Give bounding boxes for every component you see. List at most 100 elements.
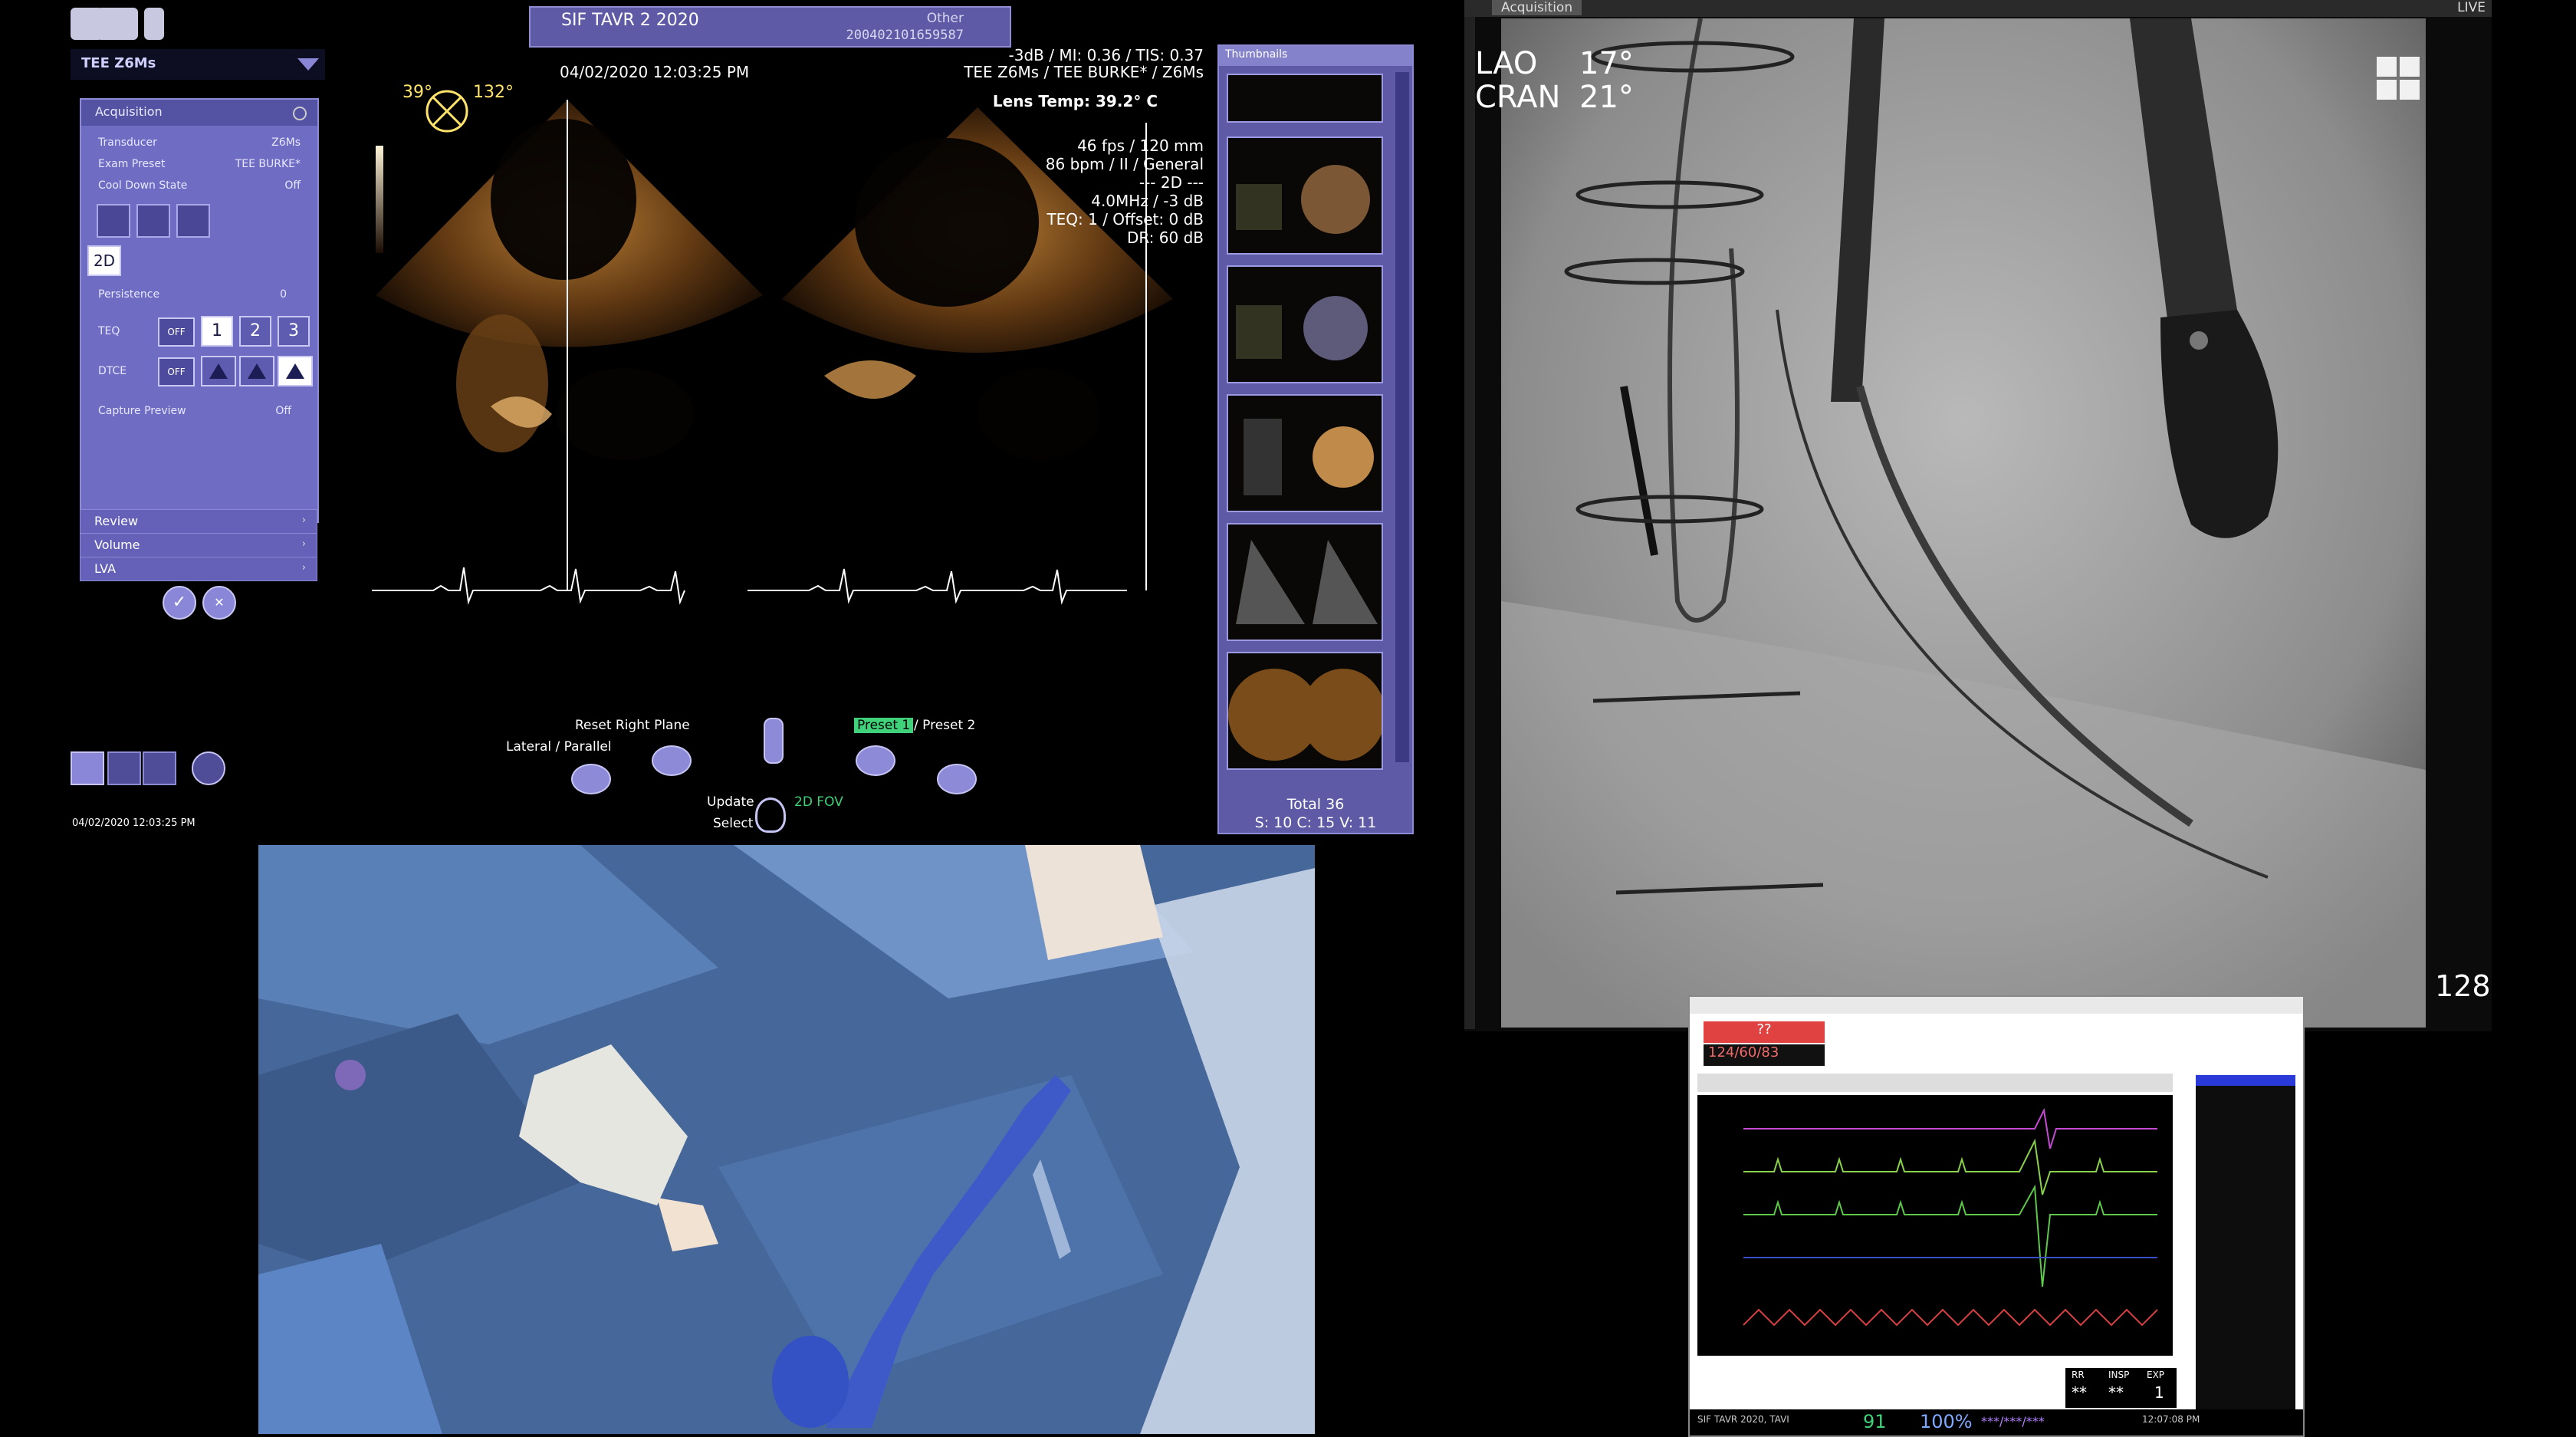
dtce-off-button[interactable]: OFF [158, 357, 195, 386]
preset-1-knob[interactable] [856, 745, 895, 776]
trackball-icon[interactable] [755, 797, 786, 833]
accordion-review-label: Review [94, 514, 139, 528]
fluoro-header: Acquisition LIVE [1464, 0, 2492, 17]
resp-values: RR INSP EXP ** ** 1 [2065, 1368, 2177, 1408]
teq-1-button[interactable]: 1 [201, 316, 233, 347]
exp-value: 1 [2154, 1383, 2164, 1402]
cool-down-value: Off [284, 179, 301, 192]
chevron-down-icon[interactable] [297, 58, 319, 71]
study-type: Other [926, 11, 964, 26]
percent-value: 100% [1920, 1411, 1973, 1432]
redo-button[interactable] [143, 751, 176, 785]
fov-label: 2D FOV [794, 794, 843, 810]
thumbnail-item[interactable] [1227, 265, 1383, 383]
user-icon[interactable] [144, 8, 164, 40]
probe-selector[interactable]: TEE Z6Ms [71, 49, 325, 80]
thumbnail-counts: S: 10 C: 15 V: 11 [1254, 814, 1377, 831]
dual-view-button[interactable] [176, 204, 210, 238]
dtce-low-button[interactable] [201, 356, 236, 386]
accordion-lva[interactable]: LVA › [80, 557, 317, 581]
procedure-video [258, 845, 1315, 1434]
paddle-switch[interactable] [764, 718, 784, 764]
biplane-button[interactable] [97, 204, 130, 238]
accordion-lva-label: LVA [94, 561, 117, 576]
hemo-titlebar [1690, 997, 2303, 1014]
undo-button[interactable] [107, 751, 141, 785]
accordion-review[interactable]: Review › [80, 509, 317, 534]
cursor-tool-button[interactable] [71, 751, 104, 785]
lateral-parallel-label: Lateral / Parallel [506, 739, 612, 755]
fluoro-image [1501, 18, 2426, 1028]
dtce-med-button[interactable] [239, 356, 274, 386]
mode-2d-button[interactable]: 2D [87, 245, 121, 276]
probe-name: TEE Z6Ms [81, 55, 156, 71]
echo-param-bpm: 86 bpm / II / General [1045, 155, 1204, 173]
accordion-volume[interactable]: Volume › [80, 533, 317, 557]
probe-icon[interactable] [97, 8, 138, 40]
chevron-right-icon: › [301, 515, 306, 526]
clock-icon[interactable] [192, 751, 225, 785]
hemo-toolbar[interactable] [1697, 1074, 2173, 1092]
echo-probe-preset: TEE Z6Ms / TEE BURKE* / Z6Ms [964, 63, 1204, 81]
echo-image-viewport[interactable]: 39° 132° 04/02/2020 12:03:25 PM -3dB / M… [349, 46, 1204, 629]
echo-param-fps: 46 fps / 120 mm [1077, 136, 1204, 155]
rr-label: RR [2072, 1370, 2085, 1380]
exp-label: EXP [2147, 1370, 2165, 1380]
study-bar[interactable]: SIF TAVR 2 2020 Other 200402101659587 [529, 6, 1011, 48]
acquisition-title: Acquisition [95, 104, 163, 119]
thumbnail-item[interactable] [1227, 74, 1383, 123]
dtce-high-button[interactable] [278, 356, 313, 386]
lateral-knob[interactable] [571, 764, 611, 794]
preset-1-label[interactable]: Preset 1 [854, 718, 914, 733]
teq-off-button[interactable]: OFF [158, 317, 195, 347]
rotate-button[interactable] [136, 204, 170, 238]
monitor-time: 12:07:08 PM [2142, 1414, 2200, 1425]
dtce-label: DTCE [98, 365, 127, 377]
settings-icon[interactable] [293, 107, 307, 120]
thumbnail-item[interactable] [1227, 136, 1383, 255]
thumbnail-scrollbar[interactable] [1395, 72, 1409, 762]
bp-readout: 124/60/83 [1704, 1044, 1825, 1066]
preset-2-knob[interactable] [937, 764, 977, 794]
chevron-right-icon: › [301, 562, 306, 574]
gray-scale-bar [376, 146, 383, 253]
thumbnail-header[interactable]: Thumbnails [1219, 46, 1412, 66]
left-angle: 39° [402, 83, 432, 102]
update-label: Update [707, 794, 754, 810]
preset-2-label[interactable]: / Preset 2 [914, 718, 975, 733]
reset-plane-knob[interactable] [652, 745, 692, 776]
bottom-timestamp: 04/02/2020 12:03:25 PM [72, 817, 196, 829]
thumbnail-item[interactable] [1227, 394, 1383, 512]
study-title: SIF TAVR 2 2020 [561, 11, 699, 30]
accept-button[interactable]: ✓ [163, 586, 196, 620]
thumbnail-item[interactable] [1227, 652, 1383, 770]
echo-param-freq: 4.0MHz / -3 dB [1091, 192, 1204, 210]
capture-preview-label: Capture Preview [98, 405, 186, 417]
waveform-area [1697, 1095, 2173, 1356]
capture-preview-value[interactable]: Off [275, 405, 291, 417]
hemo-status-bar: SIF TAVR 2020, TAVI 91 100% ***/***/*** … [1690, 1409, 2303, 1435]
persistence-value[interactable]: 0 [280, 288, 287, 301]
acquisition-tab[interactable]: Acquisition [1492, 0, 1582, 15]
accordion-volume-label: Volume [94, 538, 140, 552]
cran-label: CRAN [1475, 80, 1561, 115]
live-indicator: LIVE [2457, 0, 2486, 15]
acquisition-header[interactable]: Acquisition [81, 100, 317, 126]
hemo-side-panel [2196, 1075, 2295, 1412]
teq-3-button[interactable]: 3 [278, 316, 310, 347]
lao-label: LAO [1475, 46, 1538, 81]
check-icon: ✓ [172, 593, 187, 612]
teq-2-button[interactable]: 2 [239, 316, 271, 347]
fluoro-left-rail [1464, 17, 1475, 1029]
alarm-box: ?? [1704, 1021, 1825, 1043]
reset-right-plane-label: Reset Right Plane [575, 718, 690, 733]
hemo-side-header [2196, 1075, 2295, 1086]
echo-param-mode: --- 2D --- [1138, 173, 1204, 192]
study-id: 200402101659587 [846, 28, 964, 43]
exam-preset-label: Exam Preset [98, 158, 166, 170]
spo2-value: 91 [1863, 1411, 1887, 1432]
cancel-button[interactable]: ✕ [202, 586, 236, 620]
select-label: Select [713, 816, 754, 831]
thumbnail-item[interactable] [1227, 523, 1383, 641]
thumbnail-title: Thumbnails [1225, 48, 1288, 61]
